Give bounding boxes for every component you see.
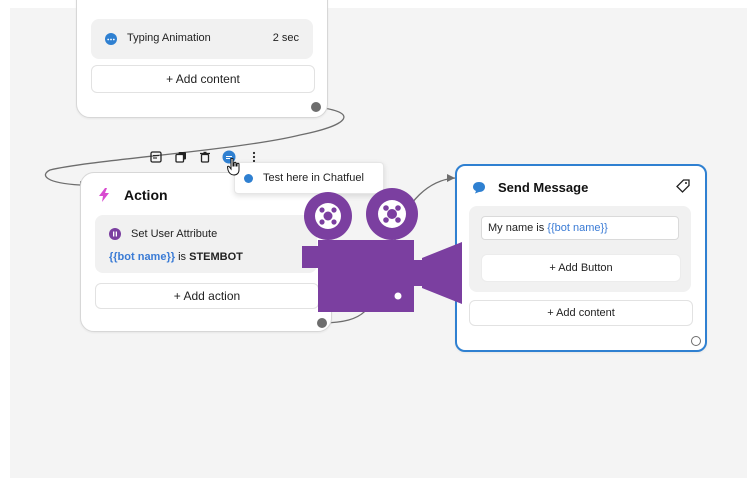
note-icon[interactable] xyxy=(148,149,164,165)
typing-content-card[interactable]: Typing Animation 2 sec + Add content xyxy=(76,0,328,118)
attribute-variable: {{bot name}} xyxy=(109,251,176,263)
lightning-icon xyxy=(97,188,111,202)
send-message-title: Send Message xyxy=(498,180,589,195)
action-card-output-port[interactable] xyxy=(317,318,327,328)
chat-bubble-icon xyxy=(472,181,486,194)
typing-animation-row[interactable]: Typing Animation 2 sec xyxy=(91,19,313,59)
typing-duration[interactable]: 2 sec xyxy=(273,32,299,44)
add-action-button[interactable]: + Add action xyxy=(95,283,319,309)
message-text-field[interactable]: My name is {{bot name}} xyxy=(481,216,679,240)
hand-cursor-icon xyxy=(227,158,240,176)
set-attribute-label: Set User Attribute xyxy=(131,228,218,240)
add-content-button[interactable]: + Add content xyxy=(91,65,315,93)
add-content-button[interactable]: + Add content xyxy=(469,300,693,326)
text-message-block: My name is {{bot name}} + Add Button xyxy=(469,206,691,292)
attribute-value: STEMBOT xyxy=(189,251,243,263)
message-text-prefix: My name is xyxy=(488,222,548,234)
action-card[interactable]: Action Set User Attribute {{bot name}} i… xyxy=(80,172,332,332)
send-message-card[interactable]: Send Message My name is {{bot name}} + A… xyxy=(455,164,707,352)
typing-card-output-port[interactable] xyxy=(311,102,321,112)
duplicate-icon[interactable] xyxy=(173,149,189,165)
attribute-expression[interactable]: {{bot name}} is STEMBOT xyxy=(109,251,243,263)
message-text-variable: {{bot name}} xyxy=(547,222,608,234)
set-attribute-icon xyxy=(109,228,121,240)
tooltip-bullet-icon xyxy=(244,173,253,183)
add-button-button[interactable]: + Add Button xyxy=(481,254,681,282)
tag-icon[interactable] xyxy=(676,179,690,193)
attribute-is: is xyxy=(178,251,187,263)
send-message-output-port[interactable] xyxy=(691,336,701,346)
trash-icon[interactable] xyxy=(197,149,213,165)
tooltip-label: Test here in Chatfuel xyxy=(263,172,364,184)
movie-camera-icon xyxy=(302,188,462,312)
typing-animation-label: Typing Animation xyxy=(127,32,211,44)
set-attribute-block[interactable]: Set User Attribute {{bot name}} is STEMB… xyxy=(95,215,317,273)
action-card-title: Action xyxy=(124,187,168,203)
typing-dots-icon xyxy=(105,33,117,45)
